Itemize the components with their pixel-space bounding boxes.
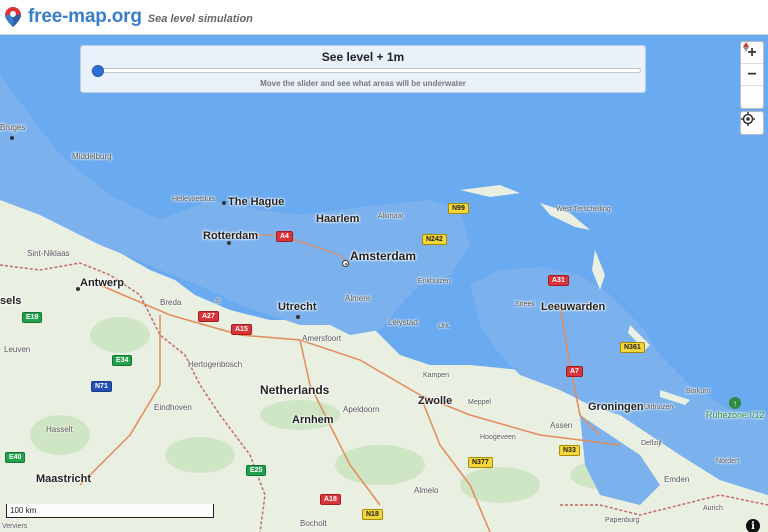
city-label-delfzijl: Delfzijl (641, 440, 662, 447)
city-label-groningen: Groningen (588, 401, 644, 413)
road-shield-a7: A7 (566, 366, 583, 377)
city-label-borkum: Borkum (686, 388, 711, 395)
city-label-hertogenbosch: Hertogenbosch (188, 360, 243, 369)
road-shield-e19: E19 (22, 312, 43, 323)
city-label-almere: Almere (345, 294, 371, 303)
city-label-alkmaar: Alkmaar (378, 213, 404, 220)
city-label-breda: Breda (160, 298, 182, 307)
sea-level-title: See level + 1m (321, 50, 405, 64)
road-shield-e25: E25 (246, 465, 267, 476)
city-dot (10, 136, 14, 140)
city-label-apeldoorn: Apeldoorn (343, 405, 380, 414)
road-shield-n242: N242 (422, 234, 447, 245)
city-dot (222, 201, 226, 205)
compass-button[interactable] (741, 42, 763, 108)
info-button[interactable]: i (746, 519, 760, 532)
locate-icon (741, 112, 755, 126)
road-shield-n71: N71 (91, 381, 112, 392)
city-label-almelo: Almelo (414, 486, 439, 495)
road-shield-a15: A15 (231, 324, 252, 335)
road-shield-n361: N361 (620, 342, 645, 353)
city-label-leeuwarden: Leeuwarden (541, 301, 606, 313)
city-label-zwolle: Zwolle (418, 395, 453, 407)
city-dot (76, 287, 80, 291)
scale-bar: 100 km (6, 504, 214, 518)
map-canvas[interactable]: Bruges Middelburg Hellevoetsluis The Hag… (0, 35, 768, 532)
city-label-lelystad: Lelystad (388, 318, 418, 327)
city-label-leuven: Leuven (4, 345, 31, 354)
compass-icon (743, 42, 749, 52)
city-label-sneek: Sneek (515, 301, 535, 308)
city-label-urk: Urk (438, 323, 449, 330)
city-label-bocholt: Bocholt (300, 519, 327, 528)
road-shield-a4: A4 (276, 231, 293, 242)
road-shield-a27: A27 (198, 311, 219, 322)
road-shield-n33: N33 (559, 445, 580, 456)
city-label-kampen: Kampen (423, 372, 450, 379)
app-title[interactable]: free-map.org (28, 6, 142, 28)
road-shield-e40: E40 (5, 452, 26, 463)
city-label-meppel: Meppel (468, 399, 491, 406)
city-label-assen: Assen (550, 421, 573, 430)
sea-level-hint: Move the slider and see what areas will … (260, 79, 466, 88)
city-label-rotterdam: Rotterdam (203, 230, 259, 242)
city-dot (227, 241, 231, 245)
city-label-maastricht: Maastricht (36, 473, 92, 485)
app-header: free-map.org Sea level simulation (0, 0, 768, 35)
country-label-netherlands: Netherlands (260, 383, 330, 397)
city-label-norden: Norden (716, 458, 739, 465)
park-icon: ↑ (729, 397, 741, 409)
city-label-uithuizen: Uithuizen (644, 404, 674, 411)
capital-marker (342, 260, 349, 267)
road-shield-a31: A31 (548, 275, 569, 286)
city-dot (296, 315, 300, 319)
city-label-hellevoetsluis: Hellevoetsluis (172, 196, 216, 203)
zoom-out-button[interactable]: − (741, 64, 763, 86)
scale-label: 100 km (10, 506, 37, 515)
city-label-west-terschelling: West Terschelling (556, 206, 611, 213)
city-label-sint-niklaas: Sint-Niklaas (27, 249, 70, 258)
city-label-hasselt: Hasselt (46, 425, 73, 434)
locate-button[interactable] (740, 111, 764, 135)
city-label-haarlem: Haarlem (316, 213, 360, 225)
city-label-amsterdam: Amsterdam (350, 249, 417, 263)
city-label-sels: sels (0, 295, 22, 307)
city-label-eindhoven: Eindhoven (154, 403, 192, 412)
city-label-utrecht: Utrecht (278, 301, 317, 313)
city-label-middelburg: Middelburg (72, 152, 112, 161)
city-label-the-hague: The Hague (228, 196, 285, 208)
city-label-bruges: Bruges (0, 123, 26, 132)
city-label-hoogeveen: Hoogeveen (480, 434, 516, 441)
city-label-antwerp: Antwerp (80, 277, 124, 289)
road-shield-n18: N18 (362, 509, 383, 520)
logo-icon (4, 6, 22, 28)
city-label-amersfoort: Amersfoort (302, 334, 342, 343)
city-label-enkhuizen: Enkhuizen (418, 278, 451, 285)
slider-thumb[interactable] (92, 65, 104, 77)
city-label-papenburg: Papenburg (605, 517, 640, 524)
area-label-ruhezone: Ruhezone I/12 (706, 410, 765, 420)
road-shield-n99: N99 (448, 203, 469, 214)
city-label-emden: Emden (664, 475, 690, 484)
city-label-verviers: Verviers (2, 523, 28, 530)
sea-level-panel: See level + 1m Move the slider and see w… (80, 45, 646, 93)
city-label-aurich: Aurich (703, 505, 723, 512)
place-label-s: s (216, 296, 220, 305)
sea-level-slider[interactable] (91, 65, 641, 77)
road-shield-n377: N377 (468, 457, 493, 468)
app-subtitle: Sea level simulation (147, 12, 253, 25)
zoom-control: + − (740, 41, 764, 109)
road-shield-e34: E34 (112, 355, 133, 366)
city-label-arnhem: Arnhem (292, 414, 334, 426)
road-shield-a18: A18 (320, 494, 341, 505)
